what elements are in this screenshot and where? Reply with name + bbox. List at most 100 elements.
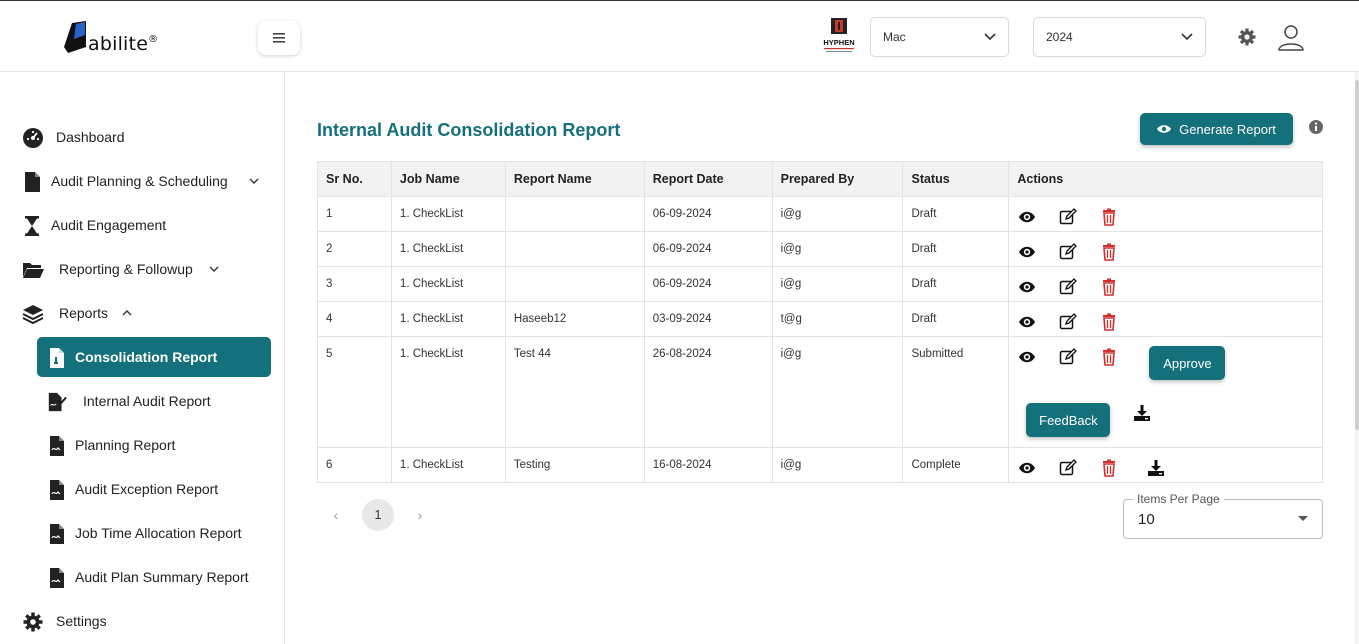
- sidebar-item-label: Audit Planning & Scheduling: [51, 173, 228, 189]
- table-row: 5 1. CheckList Test 44 26-08-2024 i@g Submitt…: [317, 336, 1323, 448]
- column-header[interactable]: Job Name: [390, 161, 506, 197]
- sidebar-item-label: Audit Plan Summary Report: [75, 569, 249, 585]
- page-title: Internal Audit Consolidation Report: [317, 120, 621, 140]
- column-header[interactable]: Sr No.: [317, 161, 392, 197]
- hamburger-icon: [273, 33, 285, 43]
- sidebar-item-reporting-followup[interactable]: Reporting & Followup: [0, 249, 285, 289]
- prepared-by-cell: i@g: [771, 231, 904, 267]
- sidebar-item-label: Settings: [56, 613, 107, 629]
- actions-cell: [1008, 301, 1323, 337]
- chevron-down-icon: [249, 178, 259, 184]
- delete-trash-icon[interactable]: [1100, 278, 1118, 296]
- sidebar-item-audit-engagement[interactable]: Audit Engagement: [0, 205, 285, 245]
- chevron-down-icon: [984, 33, 996, 41]
- sidebar-item-planning-report[interactable]: Planning Report: [0, 425, 285, 465]
- items-per-page-label: Items Per Page: [1133, 492, 1224, 506]
- feedback-button[interactable]: FeedBack: [1026, 403, 1111, 437]
- pagination: ‹ 1 ›: [324, 499, 432, 531]
- items-per-page-value: 10: [1138, 511, 1155, 528]
- delete-trash-icon[interactable]: [1100, 243, 1118, 261]
- report-date-cell: 06-09-2024: [643, 266, 773, 302]
- status-cell: Draft: [902, 266, 1010, 302]
- company-logo: HYPHEN: [823, 18, 855, 52]
- page-number-button[interactable]: 1: [362, 499, 394, 531]
- view-eye-icon[interactable]: [1018, 459, 1036, 477]
- user-profile-icon[interactable]: [1276, 23, 1306, 53]
- sidebar-item-audit-planning[interactable]: Audit Planning & Scheduling: [0, 161, 285, 201]
- column-header[interactable]: Status: [902, 161, 1010, 197]
- sr-no-cell: 5: [317, 336, 392, 448]
- delete-trash-icon[interactable]: [1100, 313, 1118, 331]
- sidebar-item-label: Audit Exception Report: [75, 481, 219, 497]
- consolidation-report-table: Sr No. Job Name Report Name Report Date …: [317, 161, 1323, 483]
- generate-report-button[interactable]: Generate Report: [1140, 113, 1293, 145]
- sidebar-item-settings[interactable]: Settings: [0, 601, 285, 641]
- view-eye-icon[interactable]: [1018, 208, 1036, 226]
- settings-gear-icon[interactable]: [1237, 27, 1257, 47]
- organization-select[interactable]: Mac: [870, 17, 1009, 57]
- caret-down-icon: [1298, 516, 1308, 521]
- view-eye-icon[interactable]: [1018, 278, 1036, 296]
- sidebar-item-audit-plan-summary-report[interactable]: Audit Plan Summary Report: [0, 557, 285, 597]
- scrollbar-thumb[interactable]: [1355, 80, 1359, 430]
- report-date-cell: 26-08-2024: [643, 336, 773, 448]
- menu-toggle-button[interactable]: [258, 21, 300, 55]
- sidebar-item-dashboard[interactable]: Dashboard: [0, 117, 285, 157]
- organization-select-value: Mac: [883, 30, 906, 44]
- sidebar-item-label: Consolidation Report: [75, 349, 218, 365]
- table-row: 6 1. CheckList Testing 16-08-2024 i@g Complet…: [317, 447, 1323, 483]
- prepared-by-cell: i@g: [771, 196, 904, 232]
- row-actions: [1017, 243, 1314, 266]
- download-icon[interactable]: [1147, 459, 1165, 477]
- view-eye-icon[interactable]: [1018, 313, 1036, 331]
- sidebar-item-audit-exception-report[interactable]: Audit Exception Report: [0, 469, 285, 509]
- delete-trash-icon[interactable]: [1100, 348, 1118, 366]
- view-eye-icon[interactable]: [1018, 348, 1036, 366]
- sr-no-cell: 2: [317, 231, 392, 267]
- row-actions: [1017, 459, 1314, 482]
- next-page-button[interactable]: ›: [408, 507, 432, 523]
- status-cell: Draft: [902, 301, 1010, 337]
- edit-icon[interactable]: [1059, 243, 1078, 261]
- view-eye-icon[interactable]: [1018, 243, 1036, 261]
- sr-no-cell: 1: [317, 196, 392, 232]
- sr-no-cell: 3: [317, 266, 392, 302]
- row-actions: [1017, 313, 1314, 336]
- report-name-cell: Haseeb12: [504, 301, 645, 337]
- report-name-cell: Testing: [504, 447, 645, 483]
- sidebar-item-job-time-allocation-report[interactable]: Job Time Allocation Report: [0, 513, 285, 553]
- delete-trash-icon[interactable]: [1100, 208, 1118, 226]
- column-header[interactable]: Prepared By: [771, 161, 904, 197]
- table-header-row: Sr No. Job Name Report Name Report Date …: [317, 161, 1323, 197]
- row-actions: [1017, 278, 1314, 301]
- report-name-cell: Test 44: [504, 336, 645, 448]
- edit-icon[interactable]: [1059, 208, 1078, 226]
- info-icon[interactable]: [1308, 119, 1324, 135]
- report-file-icon: [50, 524, 64, 544]
- download-icon[interactable]: [1133, 404, 1151, 422]
- column-header[interactable]: Report Name: [504, 161, 645, 197]
- table-row: 1 1. CheckList 06-09-2024 i@g Draft: [317, 196, 1323, 232]
- chevron-up-icon: [122, 310, 132, 316]
- sidebar-item-consolidation-report[interactable]: Consolidation Report: [0, 337, 285, 377]
- job-name-cell: 1. CheckList: [390, 231, 506, 267]
- signature-file-icon: [48, 392, 67, 412]
- year-select[interactable]: 2024: [1033, 17, 1206, 57]
- sidebar-item-reports[interactable]: Reports: [0, 293, 285, 333]
- column-header[interactable]: Report Date: [643, 161, 773, 197]
- sidebar-item-internal-audit-report[interactable]: Internal Audit Report: [0, 381, 285, 421]
- delete-trash-icon[interactable]: [1100, 459, 1118, 477]
- actions-cell: [1008, 231, 1323, 267]
- chevron-down-icon: [1181, 33, 1193, 41]
- approve-button[interactable]: Approve: [1149, 346, 1226, 380]
- sidebar-item-label: Reporting & Followup: [59, 261, 193, 277]
- items-per-page-select[interactable]: Items Per Page 10: [1123, 492, 1323, 539]
- edit-icon[interactable]: [1059, 313, 1078, 331]
- edit-icon[interactable]: [1059, 459, 1078, 477]
- app-logo[interactable]: abilite®: [64, 19, 158, 55]
- prepared-by-cell: t@g: [771, 301, 904, 337]
- sidebar-item-label: Reports: [59, 305, 109, 321]
- edit-icon[interactable]: [1059, 278, 1078, 296]
- prev-page-button[interactable]: ‹: [324, 507, 348, 523]
- edit-icon[interactable]: [1059, 348, 1078, 366]
